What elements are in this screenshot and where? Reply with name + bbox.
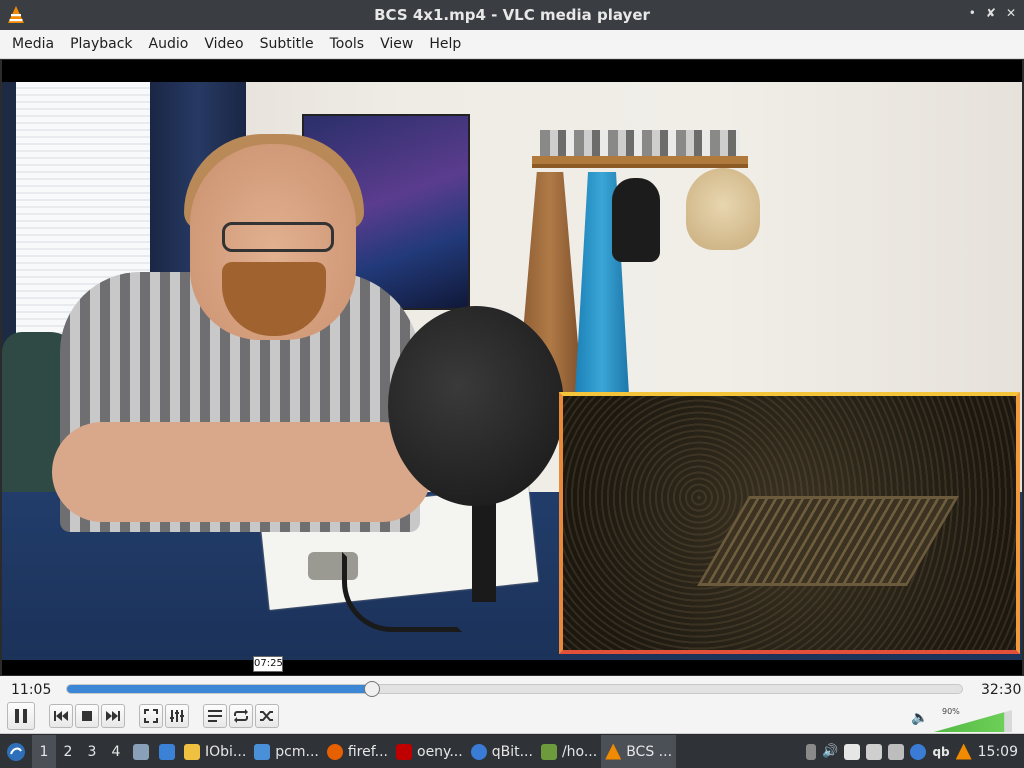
playlist-icon [208, 710, 222, 722]
menu-playback[interactable]: Playback [62, 30, 140, 59]
task-label: BCS ... [626, 743, 673, 760]
task-label: oeny... [417, 743, 463, 760]
seek-slider[interactable] [66, 681, 963, 697]
fullscreen-icon [144, 709, 158, 723]
start-menu-button[interactable] [0, 735, 32, 768]
volume-slider[interactable]: 90% [934, 707, 1012, 732]
start-menu-icon [7, 742, 25, 761]
close-button[interactable]: ✕ [1006, 6, 1016, 20]
window-title: BCS 4x1.mp4 - VLC media player [374, 6, 650, 24]
menu-media[interactable]: Media [4, 30, 62, 59]
elapsed-time: 11:05 [11, 682, 52, 698]
clipboard-icon[interactable] [844, 743, 861, 760]
system-tray: 🔊 qb 15:09 [806, 743, 1024, 760]
workspace-3[interactable]: 3 [80, 735, 104, 768]
total-time: 32:30 [981, 682, 1022, 698]
show-desktop-launcher[interactable] [154, 735, 180, 768]
task-vlc[interactable]: BCS ... [601, 735, 677, 768]
menu-view[interactable]: View [372, 30, 421, 59]
skip-forward-icon [106, 711, 120, 721]
file-manager-launcher[interactable] [128, 735, 154, 768]
title-bar: BCS 4x1.mp4 - VLC media player • ✘ ✕ [0, 0, 1024, 30]
usb-icon[interactable] [806, 743, 817, 760]
wall-shelf [532, 156, 748, 168]
filezilla-icon [396, 743, 412, 760]
archive-icon [540, 743, 557, 760]
previous-button[interactable] [49, 704, 73, 728]
loop-icon [234, 709, 248, 723]
update-notifier-icon[interactable] [910, 743, 927, 760]
fullscreen-button[interactable] [139, 704, 163, 728]
menu-video[interactable]: Video [196, 30, 251, 59]
task-iobit[interactable]: IObi... [180, 735, 250, 768]
stop-button[interactable] [75, 704, 99, 728]
seek-time-tooltip: 07:25 [253, 656, 283, 672]
task-pcm[interactable]: pcm... [250, 735, 323, 768]
maximize-button[interactable]: ✘ [986, 6, 996, 20]
vlc-tray-icon[interactable] [955, 743, 972, 760]
volume-percent: 90% [942, 707, 960, 716]
qbittorrent-icon [470, 743, 487, 760]
volume-tray-icon[interactable]: 🔊 [822, 744, 838, 759]
extended-settings-button[interactable] [165, 704, 189, 728]
video-area[interactable] [2, 60, 1022, 675]
firefox-icon [326, 743, 343, 760]
seek-bar-row: 11:05 32:30 [0, 676, 1024, 702]
notes-icon[interactable] [866, 743, 883, 760]
equalizer-icon [170, 710, 184, 722]
desktop-icon [159, 743, 175, 760]
task-label: qBit... [491, 743, 533, 760]
menu-subtitle[interactable]: Subtitle [252, 30, 322, 59]
microphone [388, 306, 564, 506]
stop-icon [82, 711, 92, 721]
task-firefox[interactable]: firef... [323, 735, 392, 768]
clock[interactable]: 15:09 [978, 744, 1018, 760]
video-frame [2, 82, 1022, 660]
vlc-icon [605, 743, 622, 760]
workspace-4[interactable]: 4 [104, 735, 128, 768]
shuffle-icon [260, 711, 273, 721]
task-filezilla[interactable]: oeny... [392, 735, 467, 768]
picture-in-picture-inset [559, 392, 1020, 654]
task-label: firef... [347, 743, 388, 760]
menu-help[interactable]: Help [421, 30, 469, 59]
file-manager-icon [133, 743, 149, 760]
task-qbittorrent[interactable]: qBit... [467, 735, 537, 768]
shuffle-button[interactable] [255, 704, 279, 728]
task-label: IObi... [205, 743, 247, 760]
pause-icon [15, 709, 27, 723]
menu-audio[interactable]: Audio [141, 30, 197, 59]
qbittorrent-tray-icon[interactable]: qb [932, 745, 949, 759]
minimize-button[interactable]: • [969, 6, 976, 20]
task-archive[interactable]: /ho... [537, 735, 601, 768]
menu-tools[interactable]: Tools [322, 30, 373, 59]
lock-icon [184, 743, 200, 760]
playlist-button[interactable] [203, 704, 227, 728]
menu-bar: Media Playback Audio Video Subtitle Tool… [0, 30, 1024, 59]
speaker-icon[interactable]: 🔈 [911, 710, 928, 726]
skip-back-icon [54, 711, 68, 721]
vlc-logo-icon [8, 6, 24, 23]
task-label: /ho... [561, 743, 598, 760]
workspace-1[interactable]: 1 [32, 735, 56, 768]
loop-button[interactable] [229, 704, 253, 728]
taskbar: 1 2 3 4 IObi... pcm... firef... oeny... … [0, 735, 1024, 768]
task-label: pcm... [275, 743, 319, 760]
seek-progress [67, 685, 373, 693]
workspace-2[interactable]: 2 [56, 735, 80, 768]
network-icon[interactable] [888, 743, 905, 760]
next-button[interactable] [101, 704, 125, 728]
seek-handle[interactable] [364, 681, 381, 697]
control-bar: 🔈 90% [0, 702, 1024, 734]
pause-button[interactable] [7, 702, 35, 730]
folder-icon [254, 743, 271, 760]
